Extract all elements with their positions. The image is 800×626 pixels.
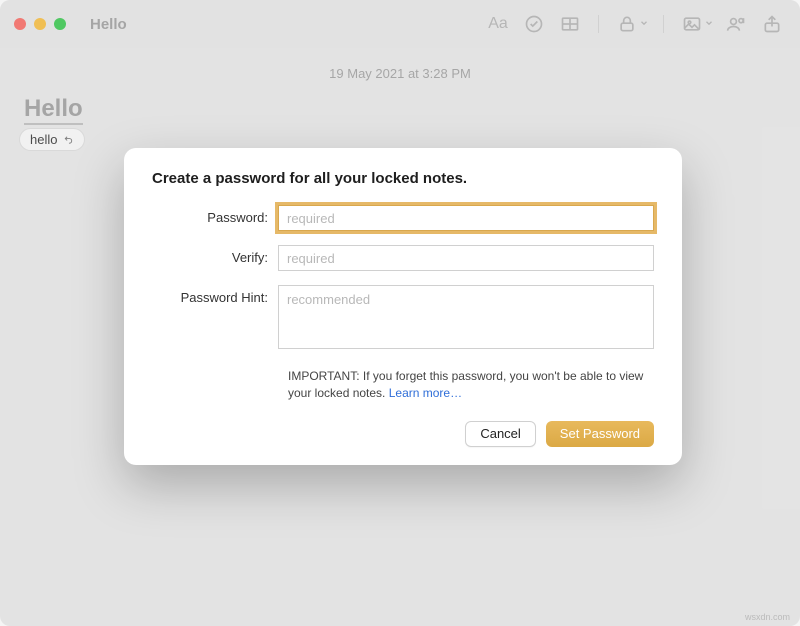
- set-password-button[interactable]: Set Password: [546, 421, 654, 447]
- learn-more-link[interactable]: Learn more…: [389, 386, 462, 400]
- password-label: Password:: [152, 205, 278, 225]
- dialog-title: Create a password for all your locked no…: [152, 170, 654, 187]
- important-note: IMPORTANT: If you forget this password, …: [288, 368, 654, 403]
- password-dialog: Create a password for all your locked no…: [124, 148, 682, 465]
- cancel-button[interactable]: Cancel: [465, 421, 535, 447]
- hint-label: Password Hint:: [152, 285, 278, 305]
- password-input[interactable]: [278, 205, 654, 231]
- watermark: wsxdn.com: [745, 612, 790, 622]
- verify-label: Verify:: [152, 245, 278, 265]
- verify-input[interactable]: [278, 245, 654, 271]
- app-window: Hello Aa: [0, 0, 800, 626]
- hint-input[interactable]: [278, 285, 654, 349]
